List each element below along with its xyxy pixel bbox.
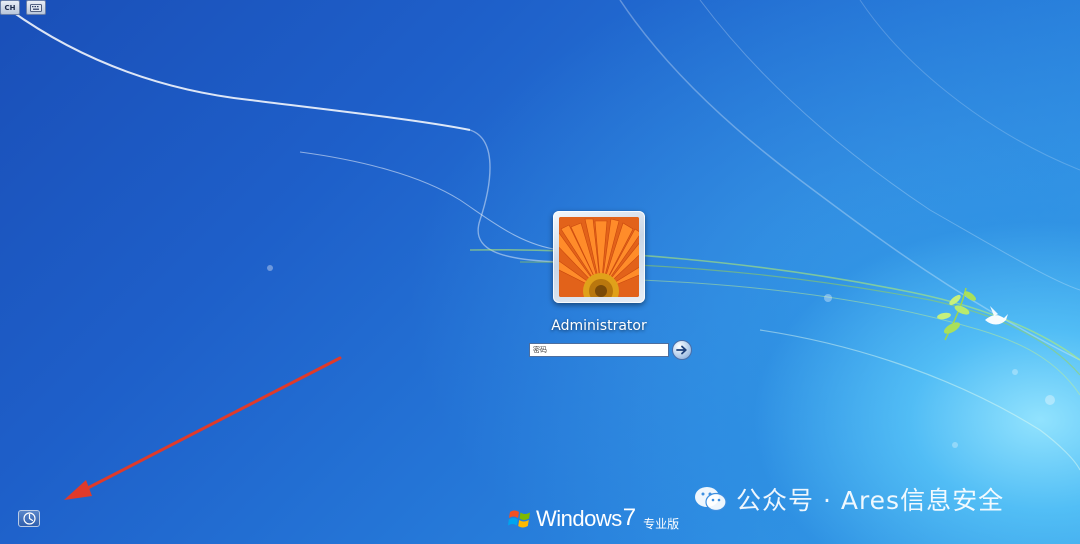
ease-of-access-icon <box>22 512 36 525</box>
product-version: 7 <box>622 504 637 531</box>
wallpaper-decoration <box>9 0 1080 500</box>
keyboard-icon <box>30 3 42 12</box>
user-tile[interactable] <box>553 211 645 303</box>
flower-picture <box>559 217 639 297</box>
annotation-arrow <box>64 356 342 500</box>
watermark: 公众号 · Ares信息安全 <box>694 482 1004 516</box>
windows-logo-icon <box>508 510 530 528</box>
product-edition: 专业版 <box>643 516 680 531</box>
windows-branding: Windows 7 专业版 <box>508 503 679 535</box>
keyboard-button[interactable] <box>26 0 46 15</box>
product-name: Windows <box>536 506 622 531</box>
username-label: Administrator <box>551 318 647 334</box>
user-avatar <box>559 217 639 297</box>
leaf-sprig-icon <box>937 287 976 341</box>
password-field[interactable] <box>529 343 669 357</box>
submit-button[interactable] <box>672 340 692 360</box>
keyboard-layout-button[interactable]: CH <box>0 0 20 15</box>
bird-icon <box>985 306 1008 325</box>
ease-of-access-button[interactable] <box>18 510 40 527</box>
watermark-text: 公众号 · Ares信息安全 <box>736 486 1005 515</box>
arrow-right-icon <box>676 345 687 355</box>
wechat-icon <box>695 487 727 512</box>
